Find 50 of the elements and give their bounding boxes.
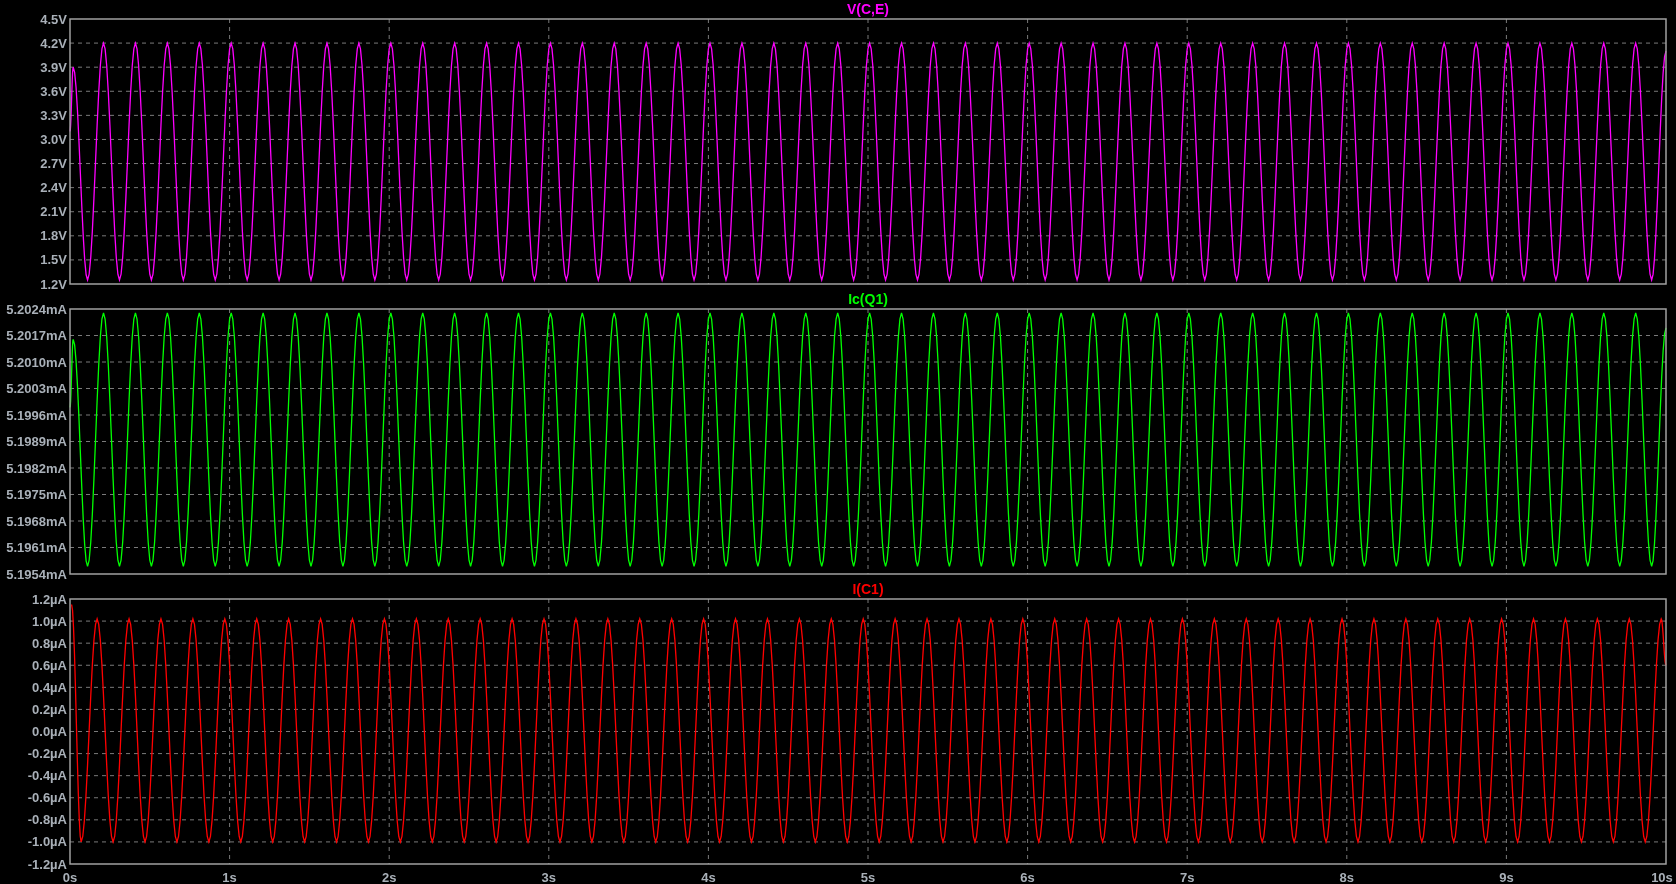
y-tick-label: 2.4V [40,180,67,196]
y-tick-label: 0.8µA [32,635,67,651]
y-tick-label: 5.2017mA [6,328,67,343]
y-tick-label: 1.8V [40,228,67,244]
y-tick-label: 5.2024mA [6,301,67,317]
trace-label: Ic(Q1) [848,291,888,307]
y-tick-label: 0.6µA [32,657,67,673]
y-tick-label: 3.6V [40,83,67,99]
x-tick-label: 8s [1339,870,1355,884]
x-tick-label: 0s [62,870,78,884]
y-tick-label: 5.2003mA [6,381,67,396]
x-tick-label: 3s [541,870,557,884]
y-tick-label: 0.4µA [32,679,67,695]
y-tick-label: 5.1975mA [6,487,67,502]
y-tick-label: 5.1968mA [6,513,67,529]
y-tick-label: 2.7V [40,156,67,172]
y-tick-label: 3.3V [40,107,67,123]
trace-label: I(C1) [852,581,884,597]
x-tick-label: 4s [701,870,716,884]
y-tick-label: 1.0µA [32,613,67,629]
trace-label: V(C,E) [847,1,889,17]
y-tick-label: 5.2010mA [6,354,67,370]
y-tick-label: -0.6µA [27,790,67,806]
y-tick-label: 0.2µA [32,701,67,717]
y-tick-label: 5.1989mA [6,434,67,449]
y-tick-label: 5.1954mA [6,566,67,580]
x-tick-label: 1s [222,870,237,884]
y-tick-label: -0.8µA [27,812,67,828]
x-tick-label: 5s [860,870,876,884]
y-tick-label: -1.0µA [27,834,67,850]
y-tick-label: 1.2V [40,276,67,290]
y-tick-label: -0.2µA [27,746,67,762]
y-tick-label: 0.0µA [32,724,67,739]
y-tick-label: 5.1961mA [6,540,67,555]
x-tick-label: 9s [1499,870,1514,884]
x-tick-label: 2s [381,870,397,884]
y-tick-label: 3.9V [40,59,67,75]
y-tick-label: -0.4µA [27,768,67,784]
y-tick-label: 5.1982mA [6,460,67,476]
y-tick-label: 1.5V [40,252,67,268]
x-tick-label: 6s [1020,870,1035,884]
x-tick-label: 10s [1651,870,1673,884]
y-tick-label: 4.2V [40,35,67,51]
y-tick-label: 4.5V [40,11,67,27]
y-tick-label: 2.1V [40,204,67,220]
y-tick-label: 5.1996mA [6,407,67,423]
y-tick-label: 1.2µA [32,591,67,607]
x-tick-label: 7s [1179,870,1195,884]
y-tick-label: 3.0V [40,131,67,147]
y-tick-label: -1.2µA [27,856,67,872]
